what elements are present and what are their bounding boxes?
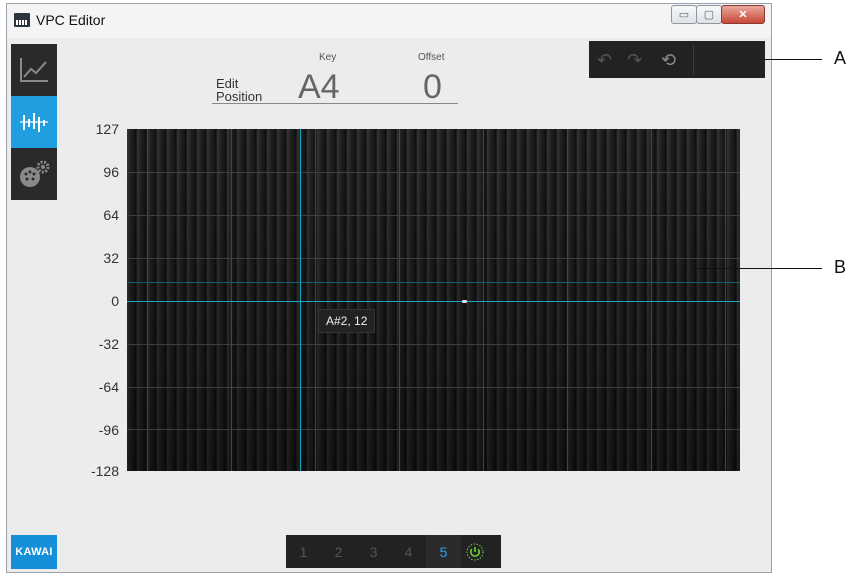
annotation-a-label: A	[834, 48, 847, 68]
zero-line	[127, 301, 740, 302]
minimize-button[interactable]: ▭	[671, 5, 697, 24]
key-value: A4	[298, 68, 340, 106]
page-button-3[interactable]: 3	[356, 535, 391, 568]
grid-line	[231, 129, 232, 471]
y-tick-label: -128	[90, 463, 119, 479]
key-label: Key	[319, 52, 337, 63]
offset-value: 0	[423, 68, 442, 106]
edit-position-marker[interactable]	[462, 300, 467, 303]
undo-icon[interactable]: ↶	[597, 50, 612, 71]
y-tick-label: 96	[103, 164, 119, 180]
graph-shade	[127, 129, 740, 471]
redo-icon[interactable]: ↷	[627, 50, 642, 71]
grid-line	[399, 129, 400, 471]
hover-level-line	[127, 282, 740, 283]
grid-line	[127, 387, 740, 388]
cursor-line	[300, 129, 301, 471]
page-button-4[interactable]: 4	[391, 535, 426, 568]
grid-line	[127, 429, 740, 430]
edit-label-line2: Position	[216, 89, 263, 104]
annotation-b-line	[692, 268, 822, 269]
y-tick-label: 0	[111, 293, 119, 309]
sidebar-item-settings[interactable]	[11, 148, 57, 200]
annotation-a-line	[765, 59, 822, 60]
sidebar	[11, 44, 57, 200]
maximize-button[interactable]: ▢	[696, 5, 722, 24]
grid-line	[725, 129, 726, 471]
offset-graph[interactable]: A#2, 12	[127, 129, 740, 471]
app-keyboard-icon	[14, 13, 30, 27]
grid-line	[147, 129, 148, 471]
offset-bars-icon	[20, 113, 48, 132]
grid-line	[567, 129, 568, 471]
close-button[interactable]: ✕	[721, 5, 765, 24]
page-button-1[interactable]: 1	[286, 535, 321, 568]
grid-line	[315, 129, 316, 471]
annotation-b-label: B	[834, 257, 847, 277]
sidebar-item-curve[interactable]	[11, 44, 57, 96]
y-tick-label: 127	[95, 121, 119, 137]
reset-icon[interactable]: ⟲	[661, 50, 676, 71]
edit-position-label: Edit Position	[216, 77, 262, 103]
grid-line	[127, 258, 740, 259]
midi-gear-icon	[20, 160, 50, 187]
grid-line	[127, 215, 740, 216]
kawai-logo: KAWAI	[11, 535, 57, 569]
y-tick-label: 64	[103, 207, 119, 223]
toolbar-separator	[693, 45, 694, 74]
sidebar-item-offset[interactable]	[11, 96, 57, 148]
title-bar: VPC Editor ▭ ▢ ✕	[7, 4, 771, 38]
power-button[interactable]	[461, 535, 489, 568]
y-tick-label: 32	[103, 250, 119, 266]
grid-line	[483, 129, 484, 471]
grid-line	[127, 172, 740, 173]
cursor-tooltip: A#2, 12	[318, 309, 376, 333]
edit-toolbar: ↶ ↷ ⟲	[589, 41, 765, 78]
line-chart-icon	[20, 58, 48, 82]
window-controls: ▭ ▢ ✕	[671, 5, 765, 25]
y-tick-label: -64	[98, 379, 119, 395]
offset-label: Offset	[418, 52, 445, 63]
window-title: VPC Editor	[36, 12, 106, 28]
power-icon	[466, 543, 484, 560]
page-button-2[interactable]: 2	[321, 535, 356, 568]
page-selector: 1 2 3 4 5	[286, 535, 501, 568]
y-tick-label: -32	[98, 336, 119, 352]
page-button-5[interactable]: 5	[426, 535, 461, 568]
grid-line	[127, 344, 740, 345]
grid-line	[651, 129, 652, 471]
y-tick-label: -96	[98, 422, 119, 438]
